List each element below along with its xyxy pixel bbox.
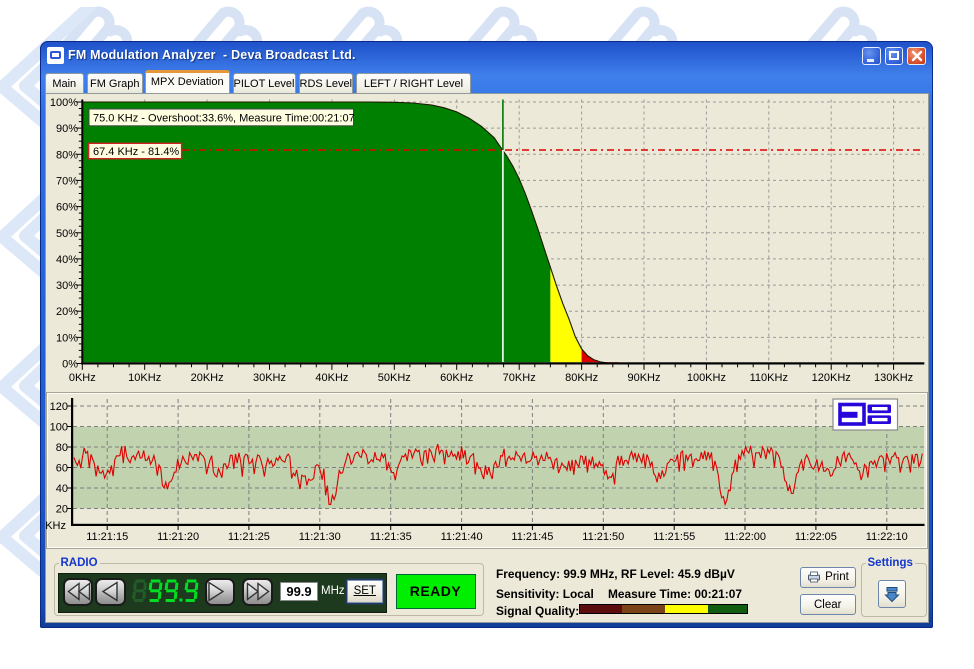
svg-text:10%: 10% — [56, 332, 78, 344]
svg-text:75.0 KHz - Overshoot:33.6%, Me: 75.0 KHz - Overshoot:33.6%, Measure Time… — [93, 113, 355, 125]
svg-text:KHz: KHz — [45, 520, 66, 532]
svg-text:70%: 70% — [56, 175, 78, 187]
svg-text:40KHz: 40KHz — [315, 372, 348, 384]
svg-text:10KHz: 10KHz — [128, 372, 161, 384]
svg-text:11:21:15: 11:21:15 — [86, 531, 128, 543]
svg-text:11:22:05: 11:22:05 — [795, 531, 837, 543]
svg-text:11:21:50: 11:21:50 — [582, 531, 624, 543]
svg-text:60%: 60% — [56, 202, 78, 214]
svg-text:0%: 0% — [62, 359, 78, 371]
svg-text:120KHz: 120KHz — [812, 372, 851, 384]
svg-text:90KHz: 90KHz — [627, 372, 660, 384]
svg-text:11:21:45: 11:21:45 — [511, 531, 553, 543]
svg-text:11:22:10: 11:22:10 — [866, 531, 908, 543]
svg-text:30KHz: 30KHz — [253, 372, 286, 384]
svg-text:11:21:35: 11:21:35 — [370, 531, 412, 543]
svg-text:11:21:55: 11:21:55 — [653, 531, 695, 543]
svg-text:80: 80 — [56, 442, 68, 454]
svg-text:100%: 100% — [50, 97, 78, 109]
svg-text:50KHz: 50KHz — [378, 372, 411, 384]
svg-text:11:21:20: 11:21:20 — [157, 531, 199, 543]
svg-text:11:22:00: 11:22:00 — [724, 531, 766, 543]
svg-text:100: 100 — [50, 422, 68, 434]
svg-text:60KHz: 60KHz — [440, 372, 473, 384]
svg-text:20KHz: 20KHz — [191, 372, 224, 384]
svg-text:11:21:30: 11:21:30 — [299, 531, 341, 543]
svg-text:50%: 50% — [56, 228, 78, 240]
svg-text:40: 40 — [56, 483, 68, 495]
svg-text:100KHz: 100KHz — [687, 372, 726, 384]
svg-text:11:21:25: 11:21:25 — [228, 531, 270, 543]
svg-text:70KHz: 70KHz — [503, 372, 536, 384]
svg-text:67.4 KHz - 81.4%: 67.4 KHz - 81.4% — [93, 146, 179, 158]
svg-text:60: 60 — [56, 463, 68, 475]
svg-text:0KHz: 0KHz — [69, 372, 96, 384]
svg-text:20: 20 — [56, 504, 68, 516]
svg-text:130KHz: 130KHz — [874, 372, 913, 384]
svg-text:11:21:40: 11:21:40 — [441, 531, 483, 543]
svg-text:120: 120 — [50, 401, 68, 413]
svg-text:90%: 90% — [56, 123, 78, 135]
svg-text:80%: 80% — [56, 149, 78, 161]
svg-text:110KHz: 110KHz — [750, 372, 788, 384]
svg-text:40%: 40% — [56, 254, 78, 266]
svg-text:30%: 30% — [56, 280, 78, 292]
svg-text:80KHz: 80KHz — [565, 372, 598, 384]
svg-text:20%: 20% — [56, 306, 78, 318]
